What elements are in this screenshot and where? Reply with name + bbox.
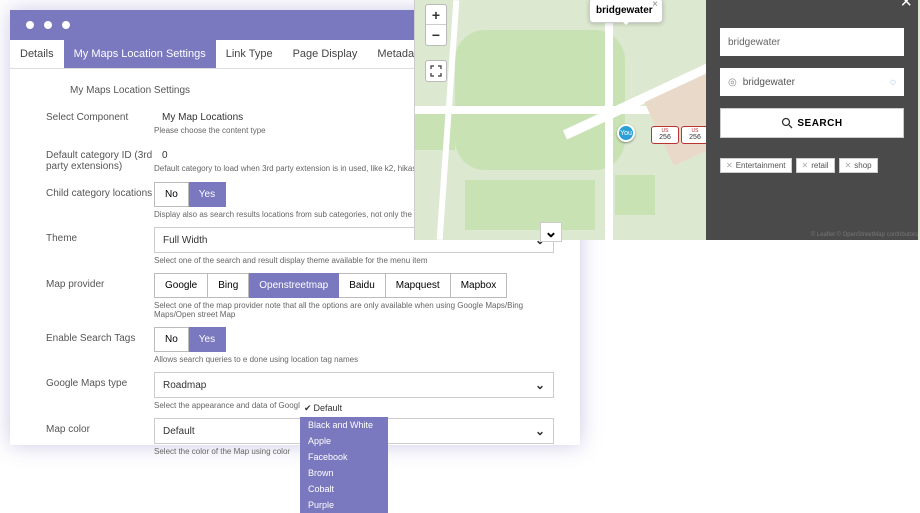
collapse-button[interactable]: ⌄ (540, 222, 562, 242)
remove-icon[interactable]: ✕ (845, 161, 852, 170)
provider-mapbox[interactable]: Mapbox (451, 273, 508, 298)
dd-item-bw[interactable]: Black and White (300, 417, 388, 433)
dd-item-purple[interactable]: Purple (300, 497, 388, 513)
search-button-label: SEARCH (797, 118, 842, 129)
route-shield: US 256 (681, 126, 709, 144)
target-icon: ◎ (728, 77, 737, 88)
hint: Select one of the map provider note that… (154, 301, 566, 319)
close-icon[interactable]: × (900, 0, 912, 12)
zoom-out-button[interactable]: − (426, 25, 446, 45)
provider-bing[interactable]: Bing (208, 273, 249, 298)
map-popup: × bridgewater (589, 0, 663, 23)
map-color-value: Default (163, 426, 195, 437)
provider-google[interactable]: Google (154, 273, 208, 298)
row-search-tags: Enable Search Tags No Yes Allows search … (46, 327, 580, 364)
provider-osm[interactable]: Openstreetmap (249, 273, 339, 298)
hint: Select one of the search and result disp… (154, 256, 566, 265)
fullscreen-icon (430, 65, 442, 77)
popup-close-icon[interactable]: × (652, 0, 658, 10)
map-color-dropdown[interactable]: ✔Default Black and White Apple Facebook … (300, 400, 388, 513)
chevron-down-icon: ⌄ (535, 424, 545, 438)
provider-baidu[interactable]: Baidu (339, 273, 386, 298)
map-provider-group[interactable]: Google Bing Openstreetmap Baidu Mapquest… (154, 273, 566, 298)
tab-link-type[interactable]: Link Type (216, 40, 283, 68)
check-icon: ✔ (304, 403, 312, 413)
label-search-tags: Enable Search Tags (46, 327, 154, 344)
tab-details[interactable]: Details (10, 40, 64, 68)
dd-item-brown[interactable]: Brown (300, 465, 388, 481)
window-dot (44, 21, 52, 29)
chevron-down-icon: ⌄ (535, 378, 545, 392)
window-dot (62, 21, 70, 29)
zoom-in-button[interactable]: + (426, 5, 446, 25)
label-theme: Theme (46, 227, 154, 244)
child-category-no[interactable]: No (154, 182, 189, 207)
gmaps-type-select[interactable]: Roadmap ⌄ (154, 372, 554, 398)
dd-item-cobalt[interactable]: Cobalt (300, 481, 388, 497)
dd-item-apple[interactable]: Apple (300, 433, 388, 449)
popup-title: bridgewater (596, 5, 653, 16)
label-gmaps-type: Google Maps type (46, 372, 154, 389)
search-tags-toggle[interactable]: No Yes (154, 327, 566, 352)
map-feature (455, 30, 625, 170)
route-shield: US 256 (651, 126, 679, 144)
zoom-control: + − (425, 4, 447, 46)
search-tags-yes[interactable]: Yes (189, 327, 226, 352)
tag-retail[interactable]: ✕retail (796, 158, 835, 173)
chevron-down-icon: ⌄ (544, 222, 557, 242)
search-icon (781, 117, 793, 129)
dd-item-facebook[interactable]: Facebook (300, 449, 388, 465)
map-feature (465, 180, 595, 230)
search-sidebar: × ◎ bridgewater ◌ SEARCH ✕Entertainment … (706, 0, 918, 240)
tag-shop[interactable]: ✕shop (839, 158, 878, 173)
hint: Allows search queries to e done using lo… (154, 355, 566, 364)
provider-mapquest[interactable]: Mapquest (386, 273, 451, 298)
map-feature (615, 175, 655, 215)
label-child-category: Child category locations (46, 182, 154, 199)
search-tags-no[interactable]: No (154, 327, 189, 352)
location-value: bridgewater (743, 77, 795, 88)
label-map-provider: Map provider (46, 273, 154, 290)
search-button[interactable]: SEARCH (720, 108, 904, 138)
location-input[interactable]: ◎ bridgewater ◌ (720, 68, 904, 96)
fullscreen-button[interactable] (425, 60, 447, 82)
theme-value: Full Width (163, 235, 207, 246)
child-category-yes[interactable]: Yes (189, 182, 226, 207)
search-input[interactable] (720, 28, 904, 56)
tag-list: ✕Entertainment ✕retail ✕shop (720, 158, 904, 173)
window-dot (26, 21, 34, 29)
tab-my-maps-location[interactable]: My Maps Location Settings (64, 40, 216, 68)
you-marker[interactable]: You (617, 124, 635, 142)
gmaps-type-value: Roadmap (163, 380, 206, 391)
loading-icon: ◌ (890, 77, 896, 88)
row-map-provider: Map provider Google Bing Openstreetmap B… (46, 273, 580, 319)
remove-icon[interactable]: ✕ (802, 161, 809, 170)
map-attribution: © Leaflet © OpenStreetMap contributors (811, 232, 918, 238)
label-map-color: Map color (46, 418, 154, 435)
tab-page-display[interactable]: Page Display (283, 40, 368, 68)
label-select-component: Select Component (46, 106, 154, 123)
tag-entertainment[interactable]: ✕Entertainment (720, 158, 792, 173)
label-default-category: Default category ID (3rd party extension… (46, 144, 154, 172)
remove-icon[interactable]: ✕ (726, 161, 733, 170)
dd-item-default[interactable]: ✔Default (300, 400, 388, 417)
